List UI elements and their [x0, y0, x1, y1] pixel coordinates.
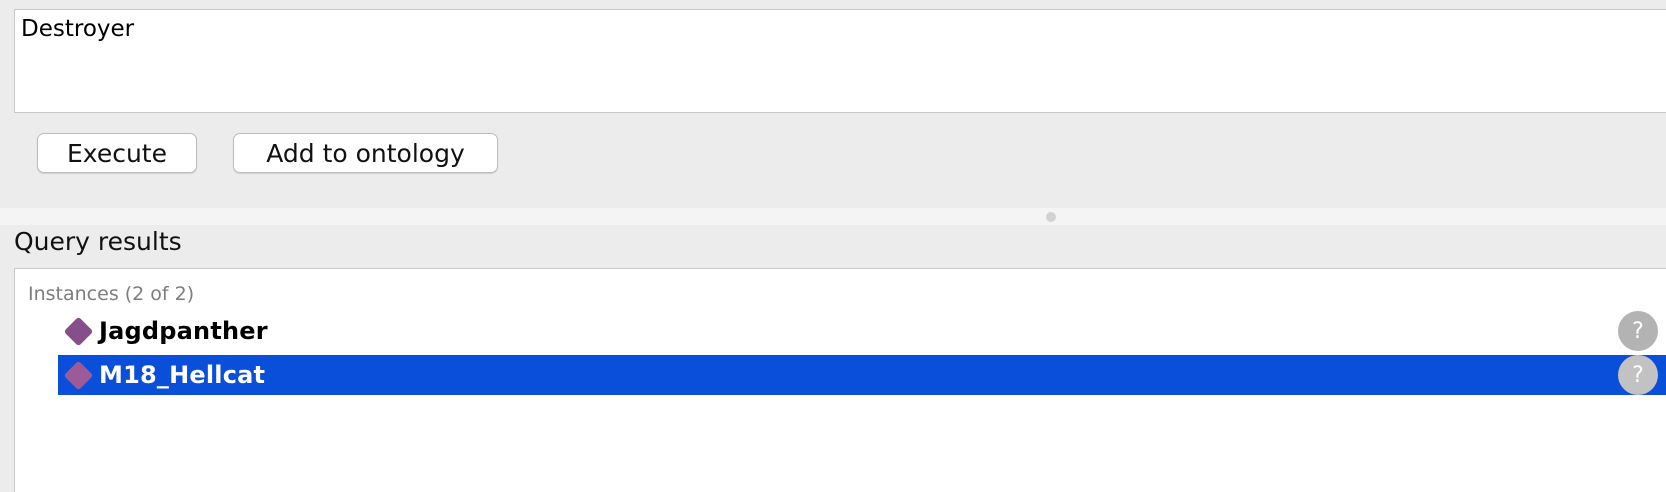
result-row-selected[interactable]: M18_Hellcat ?: [58, 355, 1666, 395]
query-results-title: Query results: [14, 227, 182, 256]
divider-grip-icon: [1046, 212, 1056, 222]
dl-query-window: Destroyer Execute Add to ontology Query …: [0, 0, 1666, 492]
result-label: M18_Hellcat: [99, 361, 266, 389]
instances-section-header: Instances (2 of 2): [28, 283, 195, 305]
query-results-panel: Instances (2 of 2) Jagdpanther ? M18_Hel…: [14, 268, 1666, 492]
result-row[interactable]: Jagdpanther ?: [58, 311, 1666, 351]
split-pane-divider[interactable]: [0, 208, 1666, 225]
query-text: Destroyer: [21, 16, 135, 42]
individual-diamond-icon: [63, 316, 94, 346]
individual-diamond-icon: [63, 360, 94, 390]
help-icon[interactable]: ?: [1618, 355, 1658, 395]
result-label: Jagdpanther: [99, 317, 268, 345]
query-editor[interactable]: Destroyer: [14, 9, 1666, 113]
add-to-ontology-button[interactable]: Add to ontology: [233, 133, 498, 173]
help-icon[interactable]: ?: [1618, 311, 1658, 351]
execute-button[interactable]: Execute: [37, 133, 197, 173]
